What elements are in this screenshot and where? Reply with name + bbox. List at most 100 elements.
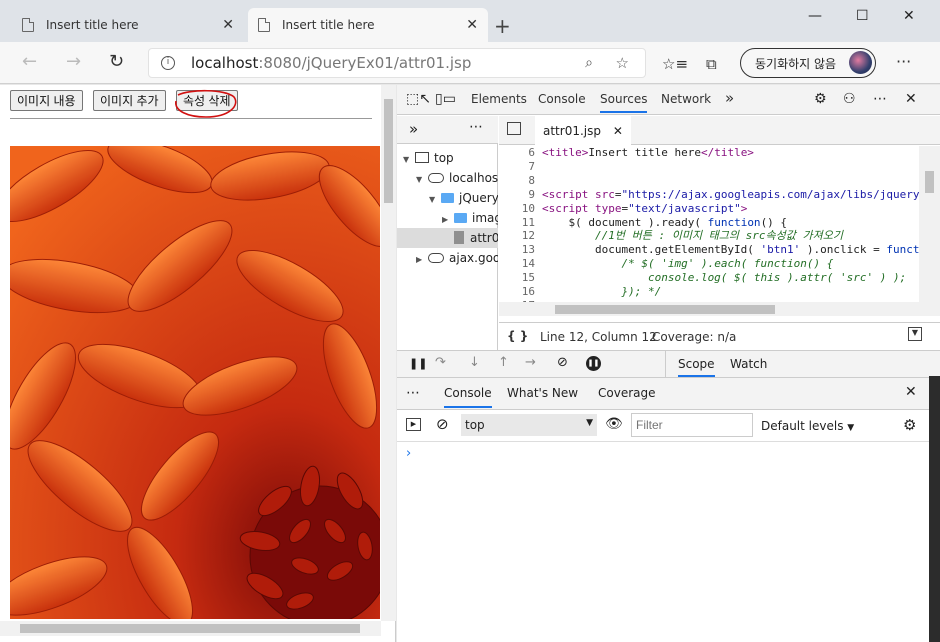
more-options-icon[interactable]: ⋯ [406,385,420,401]
tree-item[interactable]: ▶ ajax.googleapis.com [397,248,498,268]
drawer-tab-coverage[interactable]: Coverage [598,386,656,400]
image-add-button[interactable]: 이미지 추가 [93,90,166,111]
favorite-star-icon[interactable]: ☆ [616,54,629,72]
refresh-button[interactable]: ↻ [109,51,124,72]
line-number[interactable]: 12 [499,229,535,243]
feedback-icon[interactable]: ⚇ [843,91,856,107]
toggle-navigator-icon[interactable] [507,122,521,135]
scroll-thumb[interactable] [20,624,360,633]
tab-network[interactable]: Network [661,92,711,106]
show-sidebar-icon[interactable]: ▶ [406,418,421,431]
tree-item[interactable]: ▶ images [397,208,498,228]
step-out-icon[interactable]: ↑ [498,355,509,370]
url-text: localhost:8080/jQueryEx01/attr01.jsp [191,54,471,72]
collections-icon[interactable]: ⧉ [706,55,717,73]
line-number[interactable]: 7 [499,160,535,174]
more-options-icon[interactable]: ⋯ [469,119,483,135]
line-number[interactable]: 15 [499,271,535,285]
line-number[interactable]: 6 [499,146,535,160]
flower-image [10,146,380,619]
minimize-button[interactable]: — [808,8,822,24]
line-number[interactable]: 10 [499,202,535,216]
context-selector[interactable]: top ▼ [461,414,597,436]
close-drawer-icon[interactable]: ✕ [905,384,917,400]
folder-icon [441,193,454,203]
chevron-down-icon[interactable]: ▼ [416,175,428,184]
chevron-right-icon[interactable]: ▶ [442,215,454,224]
line-number[interactable]: 11 [499,216,535,230]
eye-icon[interactable]: 👁 [605,416,623,432]
scroll-thumb[interactable] [925,171,934,193]
line-number[interactable]: 8 [499,174,535,188]
profile-sync-button[interactable]: 동기화하지 않음 [740,48,876,78]
tab-watch[interactable]: Watch [730,357,767,371]
toggle-debugger-icon[interactable]: ▼ [908,327,922,341]
maximize-button[interactable]: ☐ [856,8,869,24]
code-editor[interactable]: 6 <title>Insert title here</title> 7 8 9 <scr… [499,146,919,302]
settings-gear-icon[interactable]: ⚙ [814,91,827,107]
favorites-icon[interactable]: ☆≡ [662,55,688,73]
tree-item[interactable]: ▼ localhost [397,168,498,188]
clear-console-icon[interactable]: ⊘ [436,415,449,433]
pause-on-exceptions-icon[interactable]: ❚❚ [586,356,601,371]
pretty-print-icon[interactable]: { } [507,329,528,343]
more-options-icon[interactable]: ⋯ [873,91,887,107]
log-levels-dropdown[interactable]: Default levels ▼ [761,419,854,433]
browser-tab-1[interactable]: Insert title here ✕ [12,8,244,42]
log-levels-label: Default levels [761,419,844,433]
tab-title: Insert title here [46,18,139,32]
line-number[interactable]: 9 [499,188,535,202]
editor-vertical-scrollbar[interactable] [919,146,940,302]
step-over-icon[interactable]: ↷ [435,355,446,370]
line-number[interactable]: 16 [499,285,535,299]
chevron-right-icon[interactable]: ▶ [416,255,428,264]
tab-close-icon[interactable]: ✕ [222,17,234,33]
info-icon[interactable]: i [161,56,175,70]
chevron-down-icon[interactable]: ▼ [403,155,415,164]
tab-console[interactable]: Console [538,92,586,106]
chevron-down-icon[interactable]: ▼ [429,195,441,204]
image-content-button[interactable]: 이미지 내용 [10,90,83,111]
tab-close-icon[interactable]: ✕ [466,17,478,33]
tree-item[interactable]: ▼ top [397,148,498,168]
console-settings-gear-icon[interactable]: ⚙ [903,416,916,434]
drawer-tab-console[interactable]: Console [444,386,492,408]
forward-button[interactable]: → [66,51,81,72]
tab-scope[interactable]: Scope [678,357,715,377]
page-vertical-scrollbar[interactable] [381,85,396,621]
page-viewport: 이미지 내용 이미지 추가 속성 삭제 [0,85,396,642]
new-tab-button[interactable]: + [494,14,511,38]
inspect-icon[interactable]: ⬚↖ [406,91,431,107]
more-icon[interactable]: ··· [896,52,911,71]
code-line: /* $( 'img' ).each( function() { [621,257,834,271]
address-bar[interactable]: i localhost:8080/jQueryEx01/attr01.jsp ⌕… [148,48,646,78]
back-button[interactable]: ← [22,51,37,72]
page-horizontal-scrollbar[interactable] [0,621,381,636]
step-icon[interactable]: → [525,355,536,370]
browser-tab-2[interactable]: Insert title here ✕ [248,8,488,42]
deactivate-breakpoints-icon[interactable]: ⊘ [557,355,568,370]
scroll-thumb[interactable] [384,99,393,203]
close-icon[interactable]: ✕ [613,124,623,138]
tree-item[interactable]: ▼ jQueryEx01 [397,188,498,208]
editor-tab-label: attr01.jsp [543,124,601,138]
line-number[interactable]: 14 [499,257,535,271]
tab-sources[interactable]: Sources [600,92,648,113]
device-toolbar-icon[interactable]: ▯▭ [435,91,456,107]
close-devtools-icon[interactable]: ✕ [905,91,917,107]
scroll-thumb[interactable] [555,305,775,314]
more-tabs-icon[interactable]: » [725,89,734,107]
drawer-tab-whats-new[interactable]: What's New [507,386,578,400]
filter-input[interactable] [631,413,753,437]
search-icon[interactable]: ⌕ [585,55,593,71]
tab-elements[interactable]: Elements [471,92,527,106]
tree-item[interactable]: attr01.jsp [397,228,498,248]
pause-icon[interactable]: ❚❚ [409,357,427,370]
console-prompt[interactable]: › [406,446,411,461]
editor-horizontal-scrollbar[interactable] [499,302,940,316]
line-number[interactable]: 13 [499,243,535,257]
more-tabs-icon[interactable]: » [409,120,418,138]
close-window-button[interactable]: ✕ [903,8,915,24]
editor-tab-attr01[interactable]: attr01.jsp ✕ [535,116,631,145]
step-into-icon[interactable]: ↓ [469,355,480,370]
